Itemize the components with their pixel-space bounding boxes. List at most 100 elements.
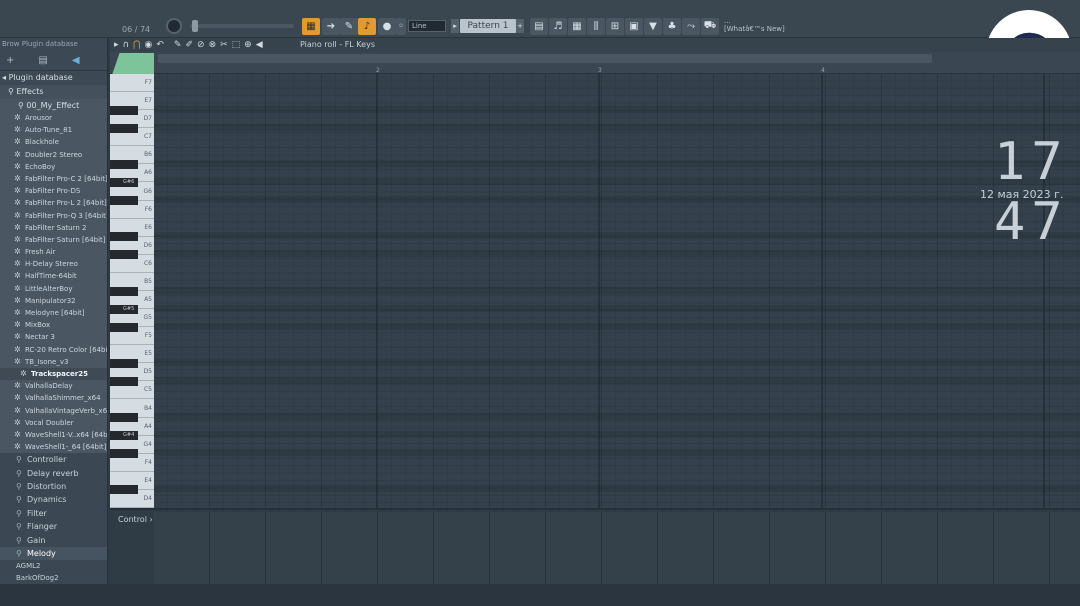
- pattern-selector[interactable]: Pattern 1: [460, 19, 516, 33]
- effects-node[interactable]: ⚲ Effects: [0, 85, 107, 99]
- list-item[interactable]: ✲ Arousor: [0, 112, 107, 125]
- magnet-icon[interactable]: ∩: [123, 40, 130, 50]
- list-item[interactable]: ✲ TB_Isone_v3: [0, 355, 107, 368]
- mute-icon[interactable]: ⊗: [209, 40, 217, 50]
- list-item[interactable]: ✲ FabFilter Pro-L 2 [64bit]: [0, 197, 107, 210]
- black-key[interactable]: [110, 123, 138, 133]
- typing-keyboard-button[interactable]: ▦: [302, 18, 320, 35]
- list-item[interactable]: ✲ Doubler2 Stereo: [0, 148, 107, 161]
- category-item[interactable]: ⚲ Gain: [0, 533, 107, 547]
- category-item[interactable]: ⚲ Filter: [0, 506, 107, 521]
- category-melody[interactable]: ⚲ Melody: [0, 546, 107, 561]
- record-button[interactable]: ●: [378, 18, 396, 35]
- list-item[interactable]: ✲ Auto-Tune_81: [0, 124, 107, 137]
- list-item[interactable]: ✲ ValhallaVintageVerb_x64: [0, 404, 107, 417]
- snap-select[interactable]: Line: [408, 20, 446, 32]
- black-key[interactable]: [110, 322, 138, 332]
- list-item[interactable]: ✲ EchoBoy: [0, 160, 107, 173]
- list-item[interactable]: ✲ RC-20 Retro Color [64bit]: [0, 343, 107, 356]
- black-key[interactable]: [110, 485, 138, 495]
- playlist-button[interactable]: ▤: [530, 18, 548, 35]
- piano-roll-button[interactable]: ♬: [549, 18, 567, 35]
- slice-icon[interactable]: ✂: [220, 40, 228, 50]
- undo-icon[interactable]: ↶: [156, 40, 164, 50]
- list-item[interactable]: ✲ Fresh Air: [0, 246, 107, 259]
- list-item[interactable]: ✲ ValhallaDelay: [0, 380, 107, 393]
- my-effect-folder[interactable]: ⚲ 00_My_Effect: [0, 99, 107, 112]
- list-item[interactable]: ✲ LittleAlterBoy: [0, 282, 107, 295]
- play-icon[interactable]: ◉: [145, 40, 153, 50]
- list-item[interactable]: ✲ Vocal Doubler: [0, 416, 107, 429]
- black-key[interactable]: [110, 413, 138, 423]
- delete-icon[interactable]: ⊘: [197, 40, 205, 50]
- plugin-icon[interactable]: ▼: [644, 18, 662, 35]
- back-icon[interactable]: ◀: [72, 55, 80, 66]
- list-item[interactable]: ✲ FabFilter Saturn 2: [0, 221, 107, 234]
- black-key[interactable]: [110, 250, 138, 260]
- master-volume-knob[interactable]: [166, 18, 182, 34]
- metronome-button[interactable]: ♪: [358, 18, 376, 35]
- brush-icon[interactable]: ✐: [185, 40, 193, 50]
- cart-icon[interactable]: ⛟: [701, 18, 719, 35]
- pencil-icon[interactable]: ✎: [174, 40, 182, 50]
- white-key[interactable]: F7: [110, 74, 154, 93]
- pencil-button[interactable]: ✎: [340, 18, 358, 35]
- list-item[interactable]: ✲ WaveShell1-_64 [64bit]_2: [0, 441, 107, 454]
- list-item[interactable]: ✲ FabFilter Pro-Q 3 [64bit]: [0, 209, 107, 222]
- select-icon[interactable]: ⬚: [232, 40, 241, 50]
- zoom-icon[interactable]: ⊕: [244, 40, 252, 50]
- list-item[interactable]: ✲ FabFilter Pro-C 2 [64bit]: [0, 172, 107, 186]
- control-label[interactable]: Control ›: [118, 515, 153, 524]
- black-key[interactable]: [110, 449, 138, 459]
- black-key[interactable]: G#6: [110, 178, 138, 187]
- tempo-tapper-button[interactable]: ♣: [663, 18, 681, 35]
- list-item[interactable]: AGML2: [0, 560, 107, 573]
- channel-rack-button[interactable]: ▦: [568, 18, 586, 35]
- master-pitch-slider[interactable]: [190, 20, 294, 32]
- category-item[interactable]: ⚲ Flanger: [0, 520, 107, 534]
- browser-breadcrumb[interactable]: Brow Plugin database: [0, 38, 107, 51]
- news-link[interactable]: [Whatâ€™s New]: [724, 25, 820, 33]
- black-key[interactable]: [110, 376, 138, 386]
- plugin-database-node[interactable]: ◂ Plugin database: [0, 71, 107, 85]
- black-key[interactable]: [110, 358, 138, 368]
- slider-thumb[interactable]: [192, 20, 198, 32]
- category-item[interactable]: ⚲ Dynamics: [0, 493, 107, 507]
- browser-button[interactable]: ▣: [625, 18, 643, 35]
- list-item[interactable]: ✲ Blackhole: [0, 136, 107, 149]
- pattern-add-button[interactable]: +: [516, 19, 524, 33]
- news-panel[interactable]: ... [Whatâ€™s New]: [724, 17, 820, 35]
- note-grid[interactable]: [154, 74, 1080, 508]
- black-key[interactable]: G#4: [110, 431, 138, 441]
- list-item[interactable]: ✲ FabFilter Saturn [64bit]: [0, 233, 107, 247]
- step-edit-button[interactable]: ➔: [322, 18, 340, 35]
- piano-keyboard[interactable]: F7 E7 D7 C7 B6 A6 G6 F6 E6 D6 C6 B5 A5 G5 F5 E5 D5 C5 B4 A4…: [110, 74, 154, 508]
- snap-icon[interactable]: ⋂: [133, 40, 140, 50]
- black-key[interactable]: [110, 159, 138, 169]
- mixer-button[interactable]: ⫼: [587, 18, 605, 35]
- list-item[interactable]: ✲ Manipulator32: [0, 294, 107, 307]
- speaker-icon[interactable]: ◀: [256, 40, 263, 50]
- list-item[interactable]: ✲ Nectar 3: [0, 331, 107, 344]
- list-item[interactable]: ✲ Melodyne [64bit]: [0, 307, 107, 320]
- velocity-lane[interactable]: [154, 512, 1080, 586]
- category-item[interactable]: ⚲ Distortion: [0, 480, 107, 494]
- black-key[interactable]: [110, 232, 138, 242]
- file-icon[interactable]: ▤: [38, 55, 47, 66]
- category-item[interactable]: ⚲ Delay reverb: [0, 466, 107, 481]
- add-icon[interactable]: +: [6, 55, 14, 66]
- plugin-picker-button[interactable]: ⊞: [606, 18, 624, 35]
- black-key[interactable]: [110, 286, 138, 296]
- black-key[interactable]: [110, 196, 138, 206]
- black-key[interactable]: [110, 105, 138, 115]
- list-item[interactable]: ✲ ValhallaShimmer_x64: [0, 392, 107, 405]
- list-item[interactable]: BarkOfDog2: [0, 572, 107, 585]
- list-item[interactable]: ✲ WaveShell1-V..x64 [64bit]: [0, 428, 107, 442]
- list-item[interactable]: ✲ FabFilter Pro-DS: [0, 185, 107, 198]
- horizontal-scrollbar[interactable]: [158, 54, 932, 63]
- list-item[interactable]: ✲ H-Delay Stereo: [0, 258, 107, 271]
- list-item-selected[interactable]: ✲ Trackspacer25: [0, 367, 107, 381]
- render-button[interactable]: ⤳: [682, 18, 700, 35]
- list-item[interactable]: ✲ HalfTime-64bit: [0, 270, 107, 283]
- black-key[interactable]: G#5: [110, 304, 138, 314]
